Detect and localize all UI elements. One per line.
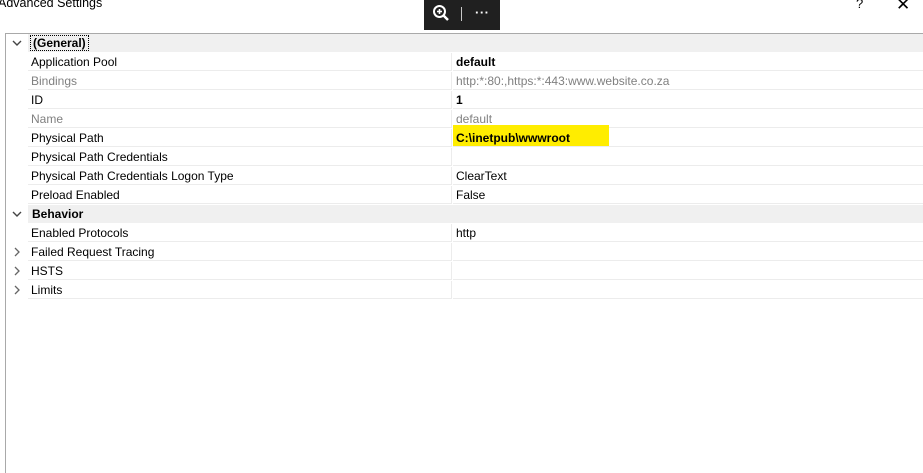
property-value[interactable] — [453, 243, 923, 261]
more-options-button[interactable]: ··· — [475, 5, 490, 20]
property-name: Limits — [28, 281, 452, 299]
chevron-right-icon[interactable] — [11, 265, 23, 277]
toolbar-separator — [461, 7, 462, 21]
property-row-bindings[interactable]: Bindings http:*:80:,https:*:443:www.webs… — [6, 72, 923, 91]
property-value[interactable]: http — [453, 224, 923, 242]
property-value[interactable]: http:*:80:,https:*:443:www.website.co.za — [453, 72, 923, 90]
property-name: Physical Path — [28, 129, 452, 147]
property-row-logon-type[interactable]: Physical Path Credentials Logon Type Cle… — [6, 167, 923, 186]
help-button[interactable]: ? — [856, 0, 863, 11]
property-value[interactable]: 1 — [453, 91, 923, 109]
property-name: Application Pool — [28, 53, 452, 71]
property-name: Name — [28, 110, 452, 128]
overlay-toolbar: ··· — [424, 0, 500, 30]
property-name: Enabled Protocols — [28, 224, 452, 242]
category-general-label: (General) — [30, 35, 89, 51]
property-value[interactable]: ClearText — [453, 167, 923, 185]
category-behavior[interactable]: Behavior — [6, 205, 923, 224]
property-row-physical-path[interactable]: Physical Path C:\inetpub\wwwroot — [6, 125, 923, 148]
property-row-limits[interactable]: Limits — [6, 281, 923, 300]
property-row-application-pool[interactable]: Application Pool default — [6, 53, 923, 72]
chevron-right-icon[interactable] — [11, 246, 23, 258]
property-name: Failed Request Tracing — [28, 243, 452, 261]
property-value[interactable] — [453, 148, 923, 166]
chevron-right-icon[interactable] — [11, 284, 23, 296]
property-name: Bindings — [28, 72, 452, 90]
property-value[interactable] — [453, 262, 923, 280]
category-general[interactable]: (General) — [6, 34, 923, 53]
property-name: Physical Path Credentials Logon Type — [28, 167, 452, 185]
property-value[interactable]: default — [453, 53, 923, 71]
chevron-down-icon[interactable] — [11, 208, 23, 220]
property-value[interactable] — [453, 281, 923, 299]
property-name: ID — [28, 91, 452, 109]
property-value[interactable]: False — [453, 186, 923, 204]
property-name: HSTS — [28, 262, 452, 280]
close-button[interactable]: ✕ — [896, 0, 910, 15]
property-name: Physical Path Credentials — [28, 148, 452, 166]
property-row-failed-request-tracing[interactable]: Failed Request Tracing — [6, 243, 923, 262]
property-value[interactable]: C:\inetpub\wwwroot — [453, 129, 923, 147]
property-row-physical-path-credentials[interactable]: Physical Path Credentials — [6, 148, 923, 167]
property-row-hsts[interactable]: HSTS — [6, 262, 923, 281]
chevron-down-icon[interactable] — [11, 37, 23, 49]
property-row-preload-enabled[interactable]: Preload Enabled False — [6, 186, 923, 205]
property-grid: (General) Application Pool default Bindi… — [5, 33, 923, 473]
property-row-enabled-protocols[interactable]: Enabled Protocols http — [6, 224, 923, 243]
property-row-id[interactable]: ID 1 — [6, 91, 923, 110]
zoom-in-icon[interactable] — [432, 4, 450, 22]
window-title: Advanced Settings — [0, 0, 103, 10]
property-name: Preload Enabled — [28, 186, 452, 204]
category-behavior-label: Behavior — [32, 207, 84, 221]
